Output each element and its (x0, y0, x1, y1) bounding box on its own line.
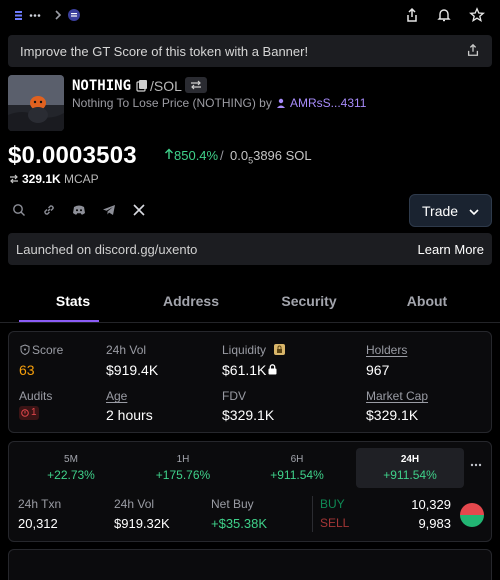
txn-volume-value: $919.32K (114, 516, 170, 531)
holders-value: 967 (366, 362, 390, 378)
active-tab-indicator (19, 320, 99, 322)
divider (312, 496, 313, 532)
buy-label: BUY (320, 497, 345, 511)
bell-icon[interactable] (436, 7, 452, 23)
audit-warning-count: 1 (31, 407, 37, 418)
copy-icon[interactable] (136, 79, 148, 92)
user-icon (276, 98, 286, 108)
network-icon[interactable] (66, 7, 82, 23)
holders-label[interactable]: Holders (366, 343, 407, 357)
price-change: 850.4% (174, 148, 219, 163)
mcap-value: 329.1K (22, 172, 61, 186)
lock-icon (268, 364, 277, 375)
tab-divider (0, 322, 500, 323)
volume-label: 24h Vol (106, 343, 147, 357)
timeframe-6h[interactable]: 6H +911.54% (243, 448, 351, 488)
chevron-right-icon (50, 7, 66, 23)
score-label: Score (32, 343, 64, 357)
banner-text: Improve the GT Score of this token with … (20, 44, 309, 59)
price-in-sol: 0.053896 SOL (230, 148, 312, 166)
banner-prompt[interactable]: Improve the GT Score of this token with … (8, 35, 492, 67)
age-label[interactable]: Age (106, 389, 127, 403)
mcap-label: MCAP (64, 172, 99, 186)
chevron-down-icon (468, 206, 480, 218)
telegram-icon[interactable] (102, 203, 116, 217)
sell-count: 9,983 (418, 516, 451, 531)
token-image (8, 75, 64, 131)
discord-icon[interactable] (72, 203, 86, 217)
share-icon[interactable] (466, 43, 480, 57)
more-dots-icon[interactable] (469, 462, 483, 468)
timeframe-name: 1H (176, 454, 190, 465)
tab-security[interactable]: Security (254, 293, 364, 309)
learn-more-link[interactable]: Learn More (418, 242, 484, 257)
timeframe-change: +175.76% (155, 468, 211, 482)
timeframe-name: 5M (64, 454, 78, 465)
timeframe-change: +22.73% (47, 468, 95, 482)
timeframe-24h[interactable]: 24H +911.54% (356, 448, 464, 488)
txn-value: 20,312 (18, 516, 58, 531)
author-link[interactable]: AMRsS...4311 (290, 96, 366, 110)
audit-warning-badge[interactable]: 1 (19, 406, 39, 420)
token-description: Nothing To Lose Price (NOTHING) by (72, 96, 272, 110)
timeframe-change: +911.54% (270, 468, 324, 482)
transactions-card: 5M +22.73% 1H +175.76% 6H +911.54% 24H +… (8, 441, 492, 542)
liquidity-value: $61.1K (222, 362, 267, 378)
sell-label: SELL (320, 516, 350, 530)
launch-info-bar: Launched on discord.gg/uxento Learn More (8, 233, 492, 265)
share-icon[interactable] (404, 7, 420, 23)
link-icon[interactable] (42, 203, 56, 217)
token-price: $0.0003503 (8, 142, 137, 169)
timeframe-change: +911.54% (383, 468, 437, 482)
stats-card: Score 63 24h Vol $919.4K Liquidity $61.1… (8, 331, 492, 433)
top-bar (0, 0, 500, 30)
timeframe-name: 6H (290, 454, 304, 465)
more-dots-icon[interactable] (28, 7, 44, 23)
trade-label: Trade (422, 203, 459, 219)
price-separator: / (220, 148, 224, 163)
fdv-label: FDV (222, 389, 246, 403)
buy-sell-ratio-chart (459, 502, 485, 528)
launch-text: Launched on discord.gg/uxento (16, 242, 198, 257)
tab-address[interactable]: Address (136, 293, 246, 309)
market-cap-label[interactable]: Market Cap (366, 389, 428, 403)
txn-label: 24h Txn (18, 497, 62, 511)
liquidity-label: Liquidity (222, 343, 267, 357)
star-icon[interactable] (469, 7, 485, 23)
x-icon[interactable] (132, 203, 146, 217)
token-pair: /SOL (150, 78, 182, 94)
market-cap-value: $329.1K (366, 407, 419, 423)
swap-pair-button[interactable] (185, 77, 207, 93)
menu-icon[interactable] (12, 7, 28, 23)
tab-stats[interactable]: Stats (18, 293, 128, 309)
arrow-up-icon (164, 148, 174, 160)
timeframe-5m[interactable]: 5M +22.73% (17, 448, 125, 488)
txn-volume-label: 24h Vol (114, 497, 155, 511)
swap-icon (8, 174, 20, 184)
search-icon[interactable] (12, 203, 26, 217)
age-value: 2 hours (106, 407, 153, 423)
tab-about[interactable]: About (372, 293, 482, 309)
token-symbol: NOTHING (72, 78, 132, 94)
fdv-value: $329.1K (222, 407, 275, 423)
timeframe-1h[interactable]: 1H +175.76% (129, 448, 237, 488)
liquidity-lock-badge-icon (274, 344, 285, 355)
timeframe-name: 24H (400, 454, 420, 465)
buy-count: 10,329 (411, 497, 451, 512)
score-value: 63 (19, 362, 35, 378)
next-section-card (8, 549, 492, 580)
trade-button[interactable]: Trade (409, 194, 492, 227)
audits-label: Audits (19, 389, 53, 403)
net-buy-value: +$35.38K (211, 516, 268, 531)
shield-icon (20, 344, 30, 355)
net-buy-label: Net Buy (211, 497, 254, 511)
volume-value: $919.4K (106, 362, 159, 378)
